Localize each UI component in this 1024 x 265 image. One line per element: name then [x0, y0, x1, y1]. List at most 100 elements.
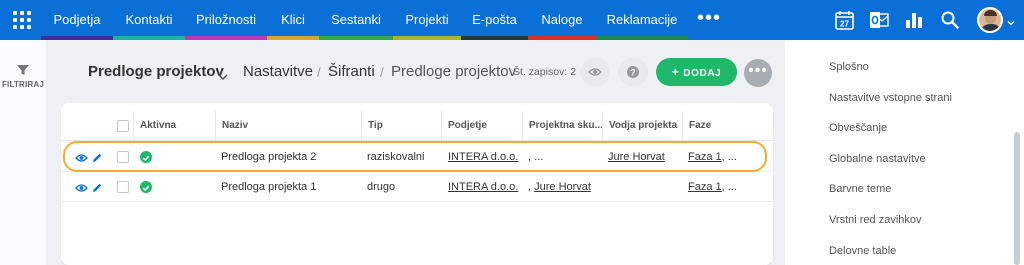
tab-label: Priložnosti	[196, 12, 256, 27]
row-checkbox[interactable]	[117, 181, 129, 193]
calendar-day-number: 27	[840, 20, 849, 29]
table-row[interactable]: Predloga projekta 1 drugo INTERA d.o.o. …	[61, 172, 773, 202]
breadcrumb-separator: /	[380, 65, 384, 80]
tab-projekti[interactable]: Projekti	[393, 0, 461, 40]
cell-faze: Faza 1, ...	[688, 172, 768, 202]
help-icon: ?	[627, 66, 639, 78]
phase-link[interactable]: Faza 1	[688, 151, 722, 163]
add-button-label: DODAJ	[683, 68, 722, 79]
cell-podjetje: INTERA d.o.o.	[448, 172, 522, 202]
breadcrumb-separator: /	[317, 65, 321, 80]
add-button[interactable]: + DODAJ	[656, 58, 737, 86]
column-header-podjetje[interactable]: Podjetje	[441, 111, 522, 141]
phase-link[interactable]: Faza 1	[688, 181, 722, 193]
phase-more: , ...	[721, 181, 737, 193]
column-header-faze[interactable]: Faze	[682, 111, 762, 141]
cell-tip: raziskovalni	[367, 151, 425, 163]
tab-color-stripe	[267, 36, 319, 40]
settings-panel-scrollbar[interactable]	[1014, 132, 1020, 265]
help-button[interactable]: ?	[618, 58, 648, 86]
more-actions-button[interactable]: •••	[744, 59, 772, 87]
templates-table: Aktivna Naziv Tip Podjetje Projektna sku…	[61, 103, 773, 265]
tab-color-stripe	[319, 36, 393, 40]
company-link[interactable]: INTERA d.o.o.	[448, 181, 518, 193]
cell-faze: Faza 1, ...	[688, 142, 768, 172]
tab-label: Projekti	[405, 12, 449, 27]
breadcrumb-current: Predloge projektov	[391, 63, 517, 80]
select-all-checkbox[interactable]	[117, 120, 129, 132]
settings-item-vrstni-red-zavihkov[interactable]: Vrstni red zavihkov	[829, 214, 922, 226]
tab-podjetja[interactable]: Podjetja	[41, 0, 113, 40]
view-icon[interactable]	[75, 181, 88, 193]
column-header-vodja-projekta[interactable]: Vodja projekta	[602, 111, 682, 141]
edit-pencil-icon[interactable]	[91, 151, 104, 163]
cell-projektna-skupina: , ...	[528, 151, 544, 163]
project-lead-link[interactable]: Jure Horvat	[608, 151, 665, 163]
team-member-link[interactable]: Jure Horvat	[534, 181, 591, 193]
tab-sestanki[interactable]: Sestanki	[319, 0, 393, 40]
outlook-icon[interactable]	[868, 9, 890, 31]
cell-vodja-projekta: Jure Horvat	[608, 142, 682, 172]
breadcrumb-sifranti[interactable]: Šifranti	[328, 63, 375, 80]
filter-button[interactable]: FILTRIRAJ	[0, 64, 46, 100]
eye-icon	[588, 68, 602, 76]
tab-label: Podjetja	[53, 12, 101, 27]
tab-reklamacije[interactable]: Reklamacije	[596, 0, 688, 40]
tab-color-stripe	[528, 36, 596, 40]
cell-naziv: Predloga projekta 1	[221, 181, 317, 193]
view-icon[interactable]	[75, 151, 88, 163]
column-header-naziv[interactable]: Naziv	[215, 111, 361, 141]
cell-tip: drugo	[367, 181, 396, 193]
tab-kontakti[interactable]: Kontakti	[113, 0, 185, 40]
visibility-toggle-button[interactable]	[580, 58, 610, 86]
tab-label: Naloge	[541, 12, 583, 27]
top-navigation-bar: Podjetja Kontakti Priložnosti Klici Sest…	[0, 0, 1024, 40]
tab-label: Sestanki	[331, 12, 381, 27]
filter-label: FILTRIRAJ	[1, 80, 45, 89]
funnel-icon	[17, 65, 29, 75]
settings-item-obvescanje[interactable]: Obveščanje	[829, 122, 887, 134]
column-header-tip[interactable]: Tip	[361, 111, 441, 141]
cell-projektna-skupina: , Jure Horvat	[528, 172, 602, 202]
settings-item-delovne-table[interactable]: Delovne table	[829, 245, 896, 257]
tab-label: Klici	[281, 12, 305, 27]
table-row[interactable]: Predloga projekta 2 raziskovalni INTERA …	[61, 142, 773, 172]
row-checkbox[interactable]	[117, 151, 129, 163]
tab-e-posta[interactable]: E-pošta	[461, 0, 528, 40]
settings-item-barvne-teme[interactable]: Barvne teme	[829, 183, 891, 195]
breadcrumb-nastavitve[interactable]: Nastavitve	[243, 63, 313, 80]
chevron-down-icon[interactable]	[1007, 14, 1015, 26]
edit-pencil-icon[interactable]	[91, 181, 104, 193]
tab-color-stripe	[393, 36, 461, 40]
settings-item-globalne-nastavitve[interactable]: Globalne nastavitve	[829, 153, 926, 165]
chevron-down-icon[interactable]	[218, 68, 228, 86]
tab-label: Reklamacije	[606, 12, 678, 27]
plus-icon: +	[671, 65, 680, 79]
settings-item-splosno[interactable]: Splošno	[829, 61, 869, 73]
apps-grid-icon[interactable]	[10, 8, 34, 32]
view-title-dropdown[interactable]: Predloge projektov	[88, 63, 224, 80]
phase-more: , ...	[721, 151, 737, 163]
settings-item-nastavitve-vstopne-strani[interactable]: Nastavitve vstopne strani	[829, 92, 952, 104]
company-link[interactable]: INTERA d.o.o.	[448, 151, 518, 163]
column-header-aktivna[interactable]: Aktivna	[133, 111, 213, 141]
tab-naloge[interactable]: Naloge	[528, 0, 596, 40]
reports-icon[interactable]	[903, 9, 925, 31]
tab-klici[interactable]: Klici	[267, 0, 319, 40]
cell-vodja-projekta	[608, 172, 682, 202]
tab-color-stripe	[461, 36, 528, 40]
avatar[interactable]	[977, 7, 1003, 33]
tab-color-stripe	[596, 36, 688, 40]
active-check-icon	[140, 151, 152, 163]
more-tabs-button[interactable]: •••	[697, 0, 720, 40]
svg-text:?: ?	[630, 68, 636, 78]
table-header: Aktivna Naziv Tip Podjetje Projektna sku…	[61, 111, 773, 141]
tab-color-stripe	[41, 36, 113, 40]
search-icon[interactable]	[939, 9, 961, 31]
tab-label: Kontakti	[125, 12, 173, 27]
calendar-icon[interactable]: 27	[834, 9, 856, 31]
record-count: Št. zapisov: 2	[513, 66, 577, 78]
settings-panel: Splošno Nastavitve vstopne strani Obvešč…	[785, 40, 1024, 265]
tab-priloznosti[interactable]: Priložnosti	[185, 0, 267, 40]
column-header-projektna-skupina[interactable]: Projektna sku...	[522, 111, 602, 141]
